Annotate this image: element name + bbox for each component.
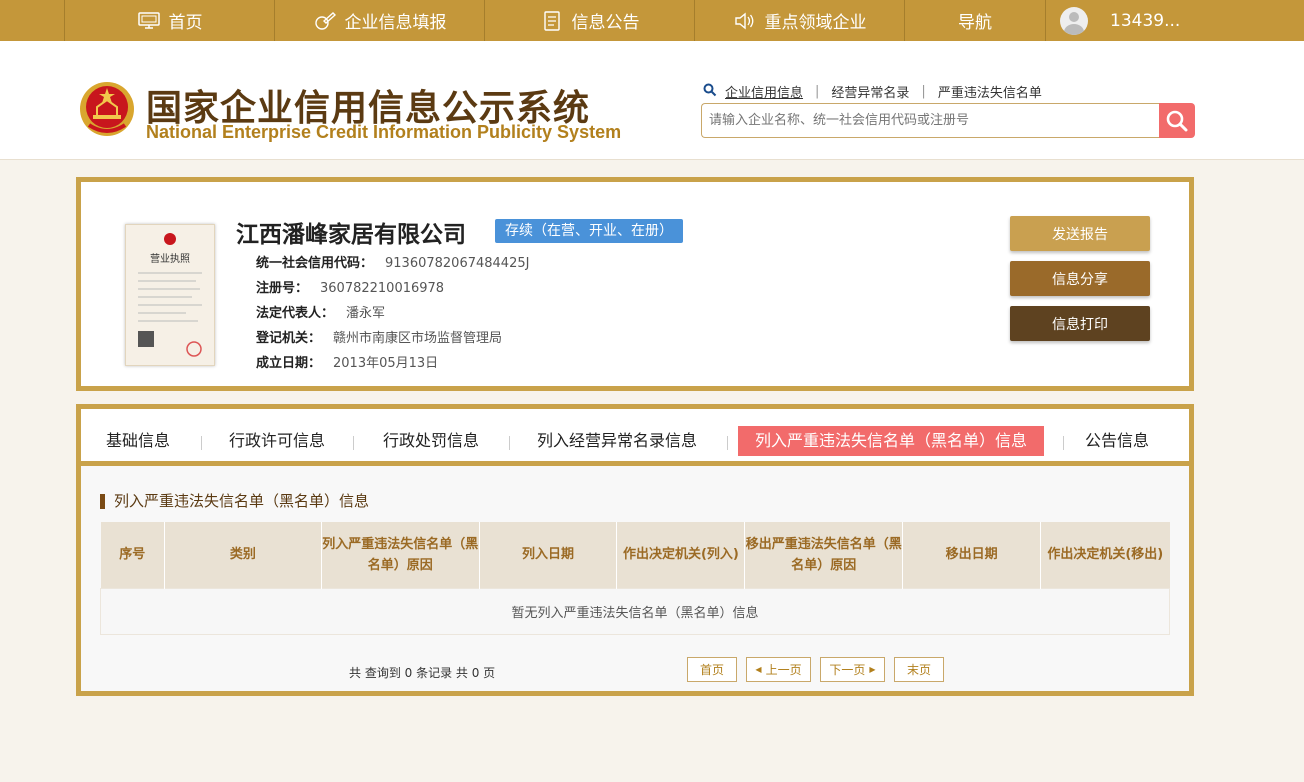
info-label: 法定代表人： (256, 306, 335, 321)
info-value: 潘永军 (346, 306, 386, 321)
column-header: 作出决定机关(列入) (616, 522, 746, 588)
speaker-icon (733, 11, 757, 31)
monitor-icon (137, 11, 161, 31)
tab-divider (1063, 436, 1064, 450)
info-value: 91360782067484425J (385, 256, 530, 271)
user-name[interactable]: 13439... (1110, 11, 1180, 31)
prev-page-label: 上一页 (765, 663, 802, 677)
company-name: 江西潘峰家居有限公司 (236, 222, 466, 248)
column-header: 移出严重违法失信名单（黑名单）原因 (744, 522, 904, 588)
search-link-abnormal-list[interactable]: 经营异常名录 (819, 82, 921, 101)
nav-key-sector-label: 重点领域企业 (764, 13, 867, 33)
tab-divider (509, 436, 510, 450)
site-header: 国家企业信用信息公示系统 National Enterprise Credit … (0, 41, 1304, 160)
first-page-button[interactable]: 首页 (687, 657, 737, 682)
avatar[interactable] (1060, 6, 1088, 35)
nav-enterprise-fill-label: 企业信息填报 (344, 13, 447, 33)
magnifier-icon (703, 83, 717, 101)
nav-enterprise-fill[interactable]: 企业信息填报 (275, 0, 485, 41)
blacklist-table: 序号 类别 列入严重违法失信名单（黑名单）原因 列入日期 作出决定机关(列入) … (100, 522, 1170, 635)
column-header: 序号 (100, 522, 165, 588)
tab-basic-info[interactable]: 基础信息 (106, 426, 170, 456)
share-info-button[interactable]: 信息分享 (1010, 261, 1150, 296)
tab-divider (353, 436, 354, 450)
edit-icon (313, 11, 337, 31)
tab-abnormal-list[interactable]: 列入经营异常名录信息 (537, 426, 697, 456)
search-link-credit-info[interactable]: 企业信用信息 (717, 82, 815, 101)
table-row: 暂无列入严重违法失信名单（黑名单）信息 (100, 587, 1170, 635)
info-row-legal-rep: 法定代表人： 潘永军 (256, 302, 385, 321)
search-link-blacklist[interactable]: 严重违法失信名单 (926, 82, 1054, 101)
chevron-left-icon: ◀ (755, 665, 762, 674)
user-menu[interactable]: 13439... (1046, 0, 1180, 41)
tab-divider (201, 436, 202, 450)
search-icon (1166, 110, 1188, 131)
nav-guide[interactable]: 导航 (905, 0, 1046, 41)
nav-announcement[interactable]: 信息公告 (485, 0, 695, 41)
nav-home[interactable]: 首页 (65, 0, 275, 41)
info-label: 成立日期： (256, 356, 322, 371)
tab-admin-license[interactable]: 行政许可信息 (229, 426, 325, 456)
search-category-links: 企业信用信息 | 经营异常名录 | 严重违法失信名单 (703, 82, 1054, 101)
business-license-thumbnail[interactable]: 营业执照 (125, 224, 215, 366)
info-row-authority: 登记机关： 赣州市南康区市场监督管理局 (256, 327, 502, 346)
next-page-button[interactable]: 下一页 ▶ (820, 657, 885, 682)
chevron-right-icon: ▶ (869, 665, 876, 674)
nav-key-sector[interactable]: 重点领域企业 (695, 0, 905, 41)
send-report-button[interactable]: 发送报告 (1010, 216, 1150, 251)
search-box (701, 103, 1159, 138)
license-title: 营业执照 (150, 252, 190, 265)
column-header: 类别 (164, 522, 322, 588)
prev-page-button[interactable]: ◀ 上一页 (746, 657, 811, 682)
info-label: 注册号： (256, 281, 309, 296)
tab-bar: 基础信息 行政许可信息 行政处罚信息 列入经营异常名录信息 列入严重违法失信名单… (81, 409, 1189, 466)
info-value: 赣州市南康区市场监督管理局 (333, 331, 503, 346)
last-page-button[interactable]: 末页 (894, 657, 944, 682)
nav-home-label: 首页 (168, 13, 203, 33)
document-icon (540, 10, 564, 31)
info-row-reg-number: 注册号： 360782210016978 (256, 277, 444, 296)
tab-announcements[interactable]: 公告信息 (1085, 426, 1149, 456)
info-label: 统一社会信用代码： (256, 256, 374, 271)
info-panel: 基础信息 行政许可信息 行政处罚信息 列入经营异常名录信息 列入严重违法失信名单… (76, 404, 1194, 696)
info-value: 2013年05月13日 (333, 356, 439, 371)
site-subtitle: National Enterprise Credit Information P… (146, 122, 622, 142)
info-label: 登记机关： (256, 331, 322, 346)
company-card: 营业执照 江西潘峰家居有限公司 存续（在营、开业、在册） 统一社会信用代码： 91… (76, 177, 1194, 391)
column-header: 列入日期 (479, 522, 618, 588)
nav-spacer (0, 0, 65, 41)
nav-guide-label: 导航 (958, 13, 992, 33)
table-header-row: 序号 类别 列入严重违法失信名单（黑名单）原因 列入日期 作出决定机关(列入) … (100, 522, 1170, 588)
empty-message: 暂无列入严重违法失信名单（黑名单）信息 (100, 587, 1170, 635)
section-title: 列入严重违法失信名单（黑名单）信息 (100, 494, 369, 509)
nav-announcement-label: 信息公告 (571, 13, 640, 33)
tab-admin-penalty[interactable]: 行政处罚信息 (383, 426, 479, 456)
column-header: 作出决定机关(移出) (1040, 522, 1170, 588)
print-info-button[interactable]: 信息打印 (1010, 306, 1150, 341)
national-emblem-icon (80, 82, 134, 136)
info-value: 360782210016978 (320, 281, 445, 296)
tab-divider (727, 436, 728, 450)
info-row-credit-code: 统一社会信用代码： 91360782067484425J (256, 252, 529, 271)
license-image: 营业执照 (138, 233, 202, 357)
top-navigation: 首页 企业信息填报 信息公告 重点领域企业 导航 13439... (0, 0, 1304, 41)
tab-blacklist[interactable]: 列入严重违法失信名单（黑名单）信息 (738, 426, 1045, 456)
column-header: 移出日期 (902, 522, 1042, 588)
search-input[interactable] (702, 104, 1159, 137)
status-badge: 存续（在营、开业、在册） (495, 219, 683, 243)
info-row-established: 成立日期： 2013年05月13日 (256, 352, 438, 371)
next-page-label: 下一页 (829, 663, 866, 677)
column-header: 列入严重违法失信名单（黑名单）原因 (321, 522, 480, 588)
search-button[interactable] (1159, 103, 1195, 138)
pager-info: 共 查询到 0 条记录 共 0 页 (349, 666, 496, 680)
